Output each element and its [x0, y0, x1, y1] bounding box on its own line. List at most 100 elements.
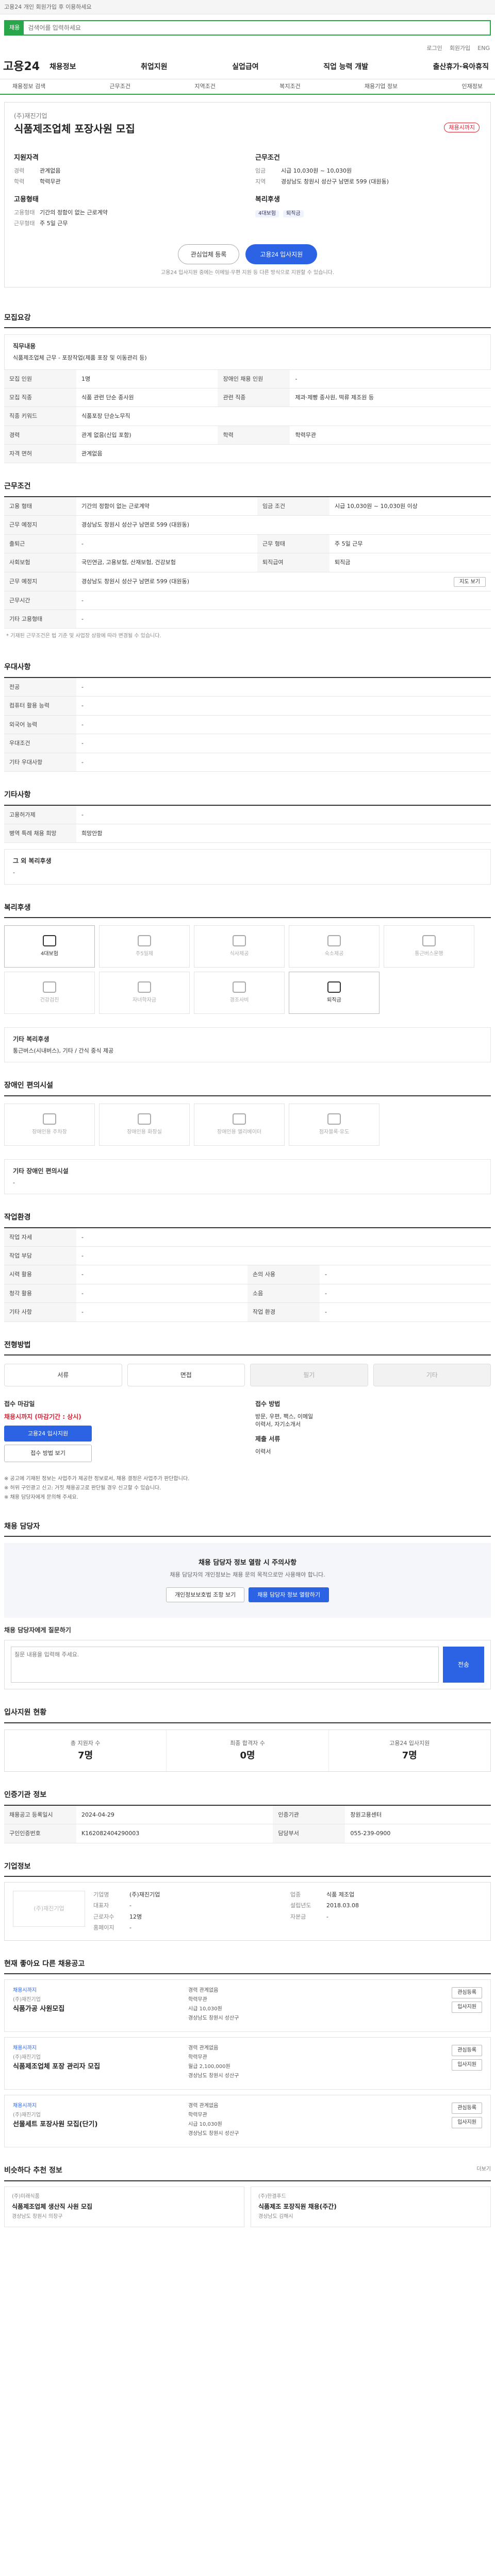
- table-cell: -: [76, 1284, 248, 1303]
- stat-value: 0명: [240, 1750, 255, 1761]
- welfare-item: 식사제공: [194, 925, 285, 968]
- table-row: 기타 우대사항 -: [4, 753, 491, 772]
- welfare-item-label: 경조사비: [229, 997, 249, 1004]
- gnb-item-benefit[interactable]: 실업급여: [232, 62, 259, 73]
- related-title[interactable]: 식품가공 사원모집: [13, 2005, 178, 2014]
- disabled-box: 기타 장애인 편의시설 -: [4, 1159, 491, 1195]
- gnb-item-training[interactable]: 직업 능력 개발: [323, 62, 368, 73]
- table-header-cell: 전공: [4, 678, 76, 697]
- apply-button[interactable]: 고용24 입사지원: [4, 1425, 92, 1442]
- signup-link[interactable]: 회원가입: [450, 44, 470, 52]
- search-category[interactable]: 채용: [5, 21, 24, 35]
- page-title: 식품제조업체 포장사원 모집: [14, 122, 135, 135]
- related-interest-button[interactable]: 관심등록: [452, 2045, 482, 2057]
- related-card[interactable]: 채용시까지 (주)재진기업 식품가공 사원모집 경력 관계없음 학력무관 시급 10,0…: [4, 1979, 491, 2032]
- question-input[interactable]: [11, 1646, 439, 1683]
- view-manager-button[interactable]: 채용 담당자 정보 열람하기: [249, 1587, 329, 1603]
- welfare-item-label: 숙소제공: [324, 951, 344, 957]
- step-item: 필기: [250, 1364, 368, 1387]
- table-cell: -: [76, 805, 491, 824]
- subnav-welfare[interactable]: 복지조건: [279, 82, 300, 90]
- cta-note: 고용24 입사지원 중에는 이메일·우편 지원 등 다른 방식으로 지원할 수 …: [160, 269, 335, 276]
- interest-button[interactable]: 관심업체 등록: [177, 244, 240, 264]
- work-table: 고용 형태 기간의 정함이 없는 근로계약 임금 조건 시급 10,030원 ~ 10…: [4, 497, 491, 629]
- manager-box: 채용 담당자 정보 열람 시 주의사항 채용 담당자의 개인정보는 채용 문의 …: [4, 1543, 491, 1618]
- lang-link[interactable]: ENG: [477, 44, 490, 52]
- house-icon: [327, 935, 341, 947]
- table-header-cell: 손의 사용: [248, 1265, 320, 1284]
- cta-row: 관심업체 등록 고용24 입사지원: [14, 244, 481, 264]
- status-badge: 채용시까지: [444, 123, 480, 133]
- news-card-title[interactable]: 식품제조 포장직원 채용(주간): [258, 2202, 483, 2211]
- disabled-box-text: -: [13, 1179, 15, 1186]
- logo[interactable]: 고용24: [3, 59, 50, 75]
- related-interest-button[interactable]: 관심등록: [452, 2103, 482, 2114]
- subnav-region[interactable]: 지역조건: [194, 82, 215, 90]
- related-apply-button[interactable]: 입사지원: [452, 2059, 482, 2071]
- table-header-cell: 퇴직급여: [257, 553, 330, 572]
- send-button[interactable]: 전송: [443, 1646, 484, 1683]
- subnav-search[interactable]: 채용정보 검색: [12, 82, 45, 90]
- login-link[interactable]: 로그인: [426, 44, 442, 52]
- apply-method-button[interactable]: 접수 방법 보기: [4, 1445, 92, 1462]
- table-header-cell: 경력: [4, 426, 76, 445]
- subnav-work[interactable]: 근무조건: [110, 82, 130, 90]
- subnav-company[interactable]: 채용기업 정보: [365, 82, 398, 90]
- kv-value: 주 5일 근무: [40, 220, 68, 227]
- recruit-table: 모집 인원 1명 장애인 채용 인원 - 모집 직종 식품 관련 단순 종사원 관련 직종…: [4, 369, 491, 464]
- related-title[interactable]: 선물세트 포장사원 모집(단기): [13, 2120, 178, 2129]
- gnb-item-jobs[interactable]: 채용정보: [50, 62, 76, 73]
- table-row: 근무시간 -: [4, 591, 491, 611]
- bus-icon: [422, 935, 436, 947]
- related-meta: 경상남도 창원시 성산구: [188, 2015, 239, 2022]
- table-header-cell: 기타 우대사항: [4, 753, 76, 772]
- table-cell: 관계 없음(신입 포함): [76, 426, 218, 445]
- section-company: 기업정보 (주)재진기업 기업명 (주)재진기업 업종 식품 제조업 대표자 - 설립년도…: [4, 1843, 491, 1941]
- table-cell: 식품포장 단순노무직: [76, 406, 491, 426]
- apply-button[interactable]: 고용24 입사지원: [245, 244, 318, 264]
- related-apply-button[interactable]: 입사지원: [452, 2002, 482, 2013]
- news-card[interactable]: (주)미래식품 식품제조업체 생산직 사원 모집 경상남도 창원시 의창구: [4, 2186, 244, 2227]
- section-title: 채용 담당자: [4, 1522, 491, 1537]
- facility-item-label: 장애인용 화장실: [127, 1129, 162, 1135]
- company-value: 2018.03.08: [326, 1902, 359, 1909]
- section-title: 작업환경: [4, 1213, 491, 1228]
- kv-key: 경력: [14, 167, 25, 174]
- company-value: (주)재진기업: [129, 1891, 160, 1899]
- company-key: 근로자수: [93, 1913, 114, 1920]
- table-row: 우대조건 -: [4, 734, 491, 753]
- related-title[interactable]: 식품제조업체 포장 관리자 모집: [13, 2062, 178, 2072]
- apply-period-value: 채용시까지 (마감기간 : 상시): [4, 1413, 81, 1421]
- job-desc-box: 직무내용 식품제조업체 근무 - 포장작업(제품 포장 및 이동관리 등): [4, 334, 491, 370]
- gnb-item-leave[interactable]: 출산휴가·육아휴직: [433, 62, 489, 73]
- stat-label: 고용24 입사지원: [389, 1739, 430, 1747]
- related-card[interactable]: 채용시까지 (주)재진기업 식품제조업체 포장 관리자 모집 경력 관계없음 학력무관…: [4, 2037, 491, 2090]
- related-card[interactable]: 채용시까지 (주)재진기업 선물세트 포장사원 모집(단기) 경력 관계없음 학력무관…: [4, 2095, 491, 2148]
- related-apply-button[interactable]: 입사지원: [452, 2117, 482, 2129]
- kv-key: 근무형태: [14, 220, 35, 227]
- section-work: 근무조건 고용 형태 기간의 정함이 없는 근로계약 임금 조건 시급 10,030원…: [4, 463, 491, 644]
- table-header-cell: 모집 직종: [4, 388, 76, 408]
- map-button[interactable]: 지도 보기: [454, 577, 486, 587]
- news-meta: 경상남도 김해시: [258, 2213, 293, 2219]
- job-desc-text: 식품제조업체 근무 - 포장작업(제품 포장 및 이동관리 등): [13, 354, 147, 362]
- subnav-talent[interactable]: 인재정보: [461, 82, 482, 90]
- privacy-law-button[interactable]: 개인정보보호법 조항 보기: [166, 1587, 245, 1603]
- table-header-cell: 작업 환경: [248, 1302, 320, 1322]
- table-row: 청각 활용 - 소음 -: [4, 1284, 491, 1303]
- section-manager: 채용 담당자 채용 담당자 정보 열람 시 주의사항 채용 담당자의 개인정보는…: [4, 1503, 491, 1689]
- related-interest-button[interactable]: 관심등록: [452, 1987, 482, 1999]
- news-card[interactable]: (주)한결푸드 식품제조 포장직원 채용(주간) 경상남도 김해시: [251, 2186, 491, 2227]
- news-card-title[interactable]: 식품제조업체 생산직 사원 모집: [12, 2202, 237, 2211]
- table-header-cell: 장애인 채용 인원: [218, 369, 290, 388]
- more-link[interactable]: 더보기: [476, 2166, 491, 2173]
- table-cell: -: [76, 609, 491, 629]
- table-row: 자격 면허 관계없음: [4, 444, 491, 464]
- company-name[interactable]: (주)재진기업: [14, 112, 481, 121]
- calendar-icon: [138, 935, 151, 947]
- search-input[interactable]: [24, 21, 490, 35]
- kv-key: 지역: [255, 178, 266, 185]
- table-cell: -: [76, 534, 258, 554]
- gnb-item-support[interactable]: 취업지원: [141, 62, 168, 73]
- kv-value: 관계없음: [40, 167, 61, 174]
